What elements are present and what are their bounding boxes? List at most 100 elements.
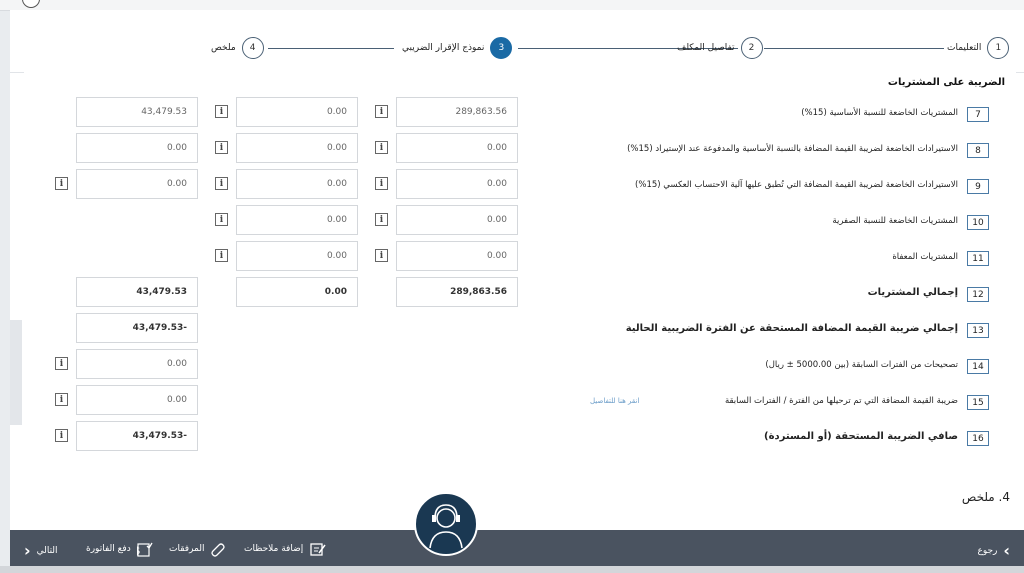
corrections-field[interactable]: 0.00 (76, 349, 198, 379)
chevron-right-icon: › (1003, 541, 1010, 560)
amount-field[interactable]: 289,863.56 (396, 97, 518, 127)
row-label: صافي الضريبة المستحقة (أو المستردة) (764, 431, 958, 442)
form-row: 8 الاستيرادات الخاضعة لضريبة القيمة المض… (24, 133, 1016, 167)
info-icon[interactable]: i (215, 141, 228, 154)
headset-avatar-icon (429, 504, 463, 549)
step-number: 3 (490, 37, 513, 59)
info-icon[interactable]: i (55, 429, 68, 442)
row-label: ضريبة القيمة المضافة التي تم ترحيلها من … (724, 396, 958, 406)
step-label: التعليمات (947, 43, 982, 53)
row-label: المشتريات الخاضعة للنسبة الصفرية (832, 216, 958, 226)
step-number: 1 (987, 37, 1010, 59)
row-number: 10 (967, 215, 989, 230)
row-number: 7 (967, 107, 989, 122)
adjustment-field[interactable]: 0.00 (236, 97, 358, 127)
vat-field[interactable]: 0.00 (76, 133, 198, 163)
form-row: 10 المشتريات الخاضعة للنسبة الصفرية 0.00… (24, 205, 1016, 239)
row-label: المشتريات المعفاة (892, 252, 958, 262)
row-label: إجمالي المشتريات (867, 287, 958, 298)
row-number: 9 (967, 179, 989, 194)
row-label: تصحيحات من الفترات السابقة (بين 5000.00 … (765, 360, 958, 370)
amount-field[interactable]: 0.00 (396, 205, 518, 235)
summary-heading: 4. ملخص (961, 490, 1010, 504)
info-icon[interactable]: i (215, 177, 228, 190)
row-number: 11 (967, 251, 989, 266)
add-notes-label: إضافة ملاحظات (244, 544, 304, 554)
amount-field[interactable]: 0.00 (396, 241, 518, 271)
row-number: 13 (967, 323, 989, 338)
row-number: 16 (967, 431, 989, 446)
total-amount-field: 289,863.56 (396, 277, 518, 307)
total-adjustment-field: 0.00 (236, 277, 358, 307)
circle-icon (22, 0, 40, 8)
info-icon[interactable]: i (375, 249, 388, 262)
back-button[interactable]: › رجوع (977, 541, 1010, 560)
form-row: 11 المشتريات المعفاة 0.00 i 0.00 i (24, 241, 1016, 275)
bottom-action-bar: › رجوع إضافة ملاحظات المرفقات $ دفع الفا… (10, 530, 1024, 566)
step-number: 4 (241, 37, 264, 59)
form-row-total: 16 صافي الضريبة المستحقة (أو المستردة) 4… (24, 421, 1016, 455)
adjustment-field[interactable]: 0.00 (236, 241, 358, 271)
row-label: الاستيرادات الخاضعة لضريبة القيمة المضاف… (627, 144, 958, 154)
bottom-strip (0, 566, 1024, 573)
step-line (764, 48, 944, 49)
adjustment-field[interactable]: 0.00 (236, 205, 358, 235)
info-icon[interactable]: i (215, 249, 228, 262)
form-row-total: 13 إجمالي ضريبة القيمة المضافة المستحقة … (24, 313, 1016, 347)
form-row: 7 المشتريات الخاضعة للنسبة الأساسية (15%… (24, 97, 1016, 131)
step-label: تفاصيل المكلف (677, 43, 735, 53)
edit-note-icon (310, 543, 326, 556)
step-2[interactable]: تفاصيل المكلف 2 (677, 37, 763, 59)
info-icon[interactable]: i (55, 177, 68, 190)
details-link[interactable]: انقر هنا للتفاصيل (590, 397, 639, 405)
info-icon[interactable]: i (215, 105, 228, 118)
info-icon[interactable]: i (375, 213, 388, 226)
row-label: إجمالي ضريبة القيمة المضافة المستحقة عن … (625, 323, 958, 334)
chevron-left-icon: ‹ (24, 541, 31, 560)
assistant-avatar-button[interactable] (414, 492, 478, 556)
step-4[interactable]: ملخص 4 (211, 37, 264, 59)
back-label: رجوع (977, 545, 998, 556)
step-3[interactable]: نموذج الإقرار الضريبي 3 (402, 37, 513, 59)
step-label: نموذج الإقرار الضريبي (402, 43, 485, 53)
form-row-total: 12 إجمالي المشتريات 289,863.56 0.00 43,4… (24, 277, 1016, 311)
next-button[interactable]: التالي ‹ (24, 541, 58, 560)
vat-form: الضريبة على المشتريات 7 المشتريات الخاضع… (24, 62, 1016, 464)
row-number: 8 (967, 143, 989, 158)
next-label: التالي (36, 545, 58, 556)
step-1[interactable]: التعليمات 1 (947, 37, 1010, 59)
step-number: 2 (740, 37, 763, 59)
left-gutter (10, 320, 22, 425)
info-icon[interactable]: i (375, 177, 388, 190)
info-icon[interactable]: i (375, 141, 388, 154)
amount-field[interactable]: 0.00 (396, 169, 518, 199)
row-number: 14 (967, 359, 989, 374)
vat-field[interactable]: 43,479.53 (76, 97, 198, 127)
row-label: الاستيرادات الخاضعة لضريبة القيمة المضاف… (635, 180, 958, 190)
step-line (268, 48, 394, 49)
svg-text:$: $ (137, 546, 141, 557)
adjustment-field[interactable]: 0.00 (236, 169, 358, 199)
vat-field[interactable]: 0.00 (76, 169, 198, 199)
amount-field[interactable]: 0.00 (396, 133, 518, 163)
form-row: 9 الاستيرادات الخاضعة لضريبة القيمة المض… (24, 169, 1016, 203)
carried-forward-field[interactable]: 0.00 (76, 385, 198, 415)
add-notes-button[interactable]: إضافة ملاحظات (244, 541, 327, 557)
pay-invoice-button[interactable]: $ دفع الفاتورة (86, 541, 153, 557)
section-title: الضريبة على المشتريات (887, 77, 1005, 88)
info-icon[interactable]: i (55, 357, 68, 370)
total-vat-field: 43,479.53 (76, 277, 198, 307)
form-row: 14 تصحيحات من الفترات السابقة (بين 5000.… (24, 349, 1016, 383)
row-number: 15 (967, 395, 989, 410)
adjustment-field[interactable]: 0.00 (236, 133, 358, 163)
row-number: 12 (967, 287, 989, 302)
attachments-button[interactable]: المرفقات (169, 541, 226, 557)
row-label: المشتريات الخاضعة للنسبة الأساسية (15%) (801, 108, 958, 118)
net-vat-field: 43,479.53- (76, 421, 198, 451)
invoice-pay-icon: $ (137, 542, 153, 557)
info-icon[interactable]: i (375, 105, 388, 118)
info-icon[interactable]: i (215, 213, 228, 226)
pay-invoice-label: دفع الفاتورة (86, 544, 131, 554)
info-icon[interactable]: i (55, 393, 68, 406)
total-vat-due-field: 43,479.53- (76, 313, 198, 343)
